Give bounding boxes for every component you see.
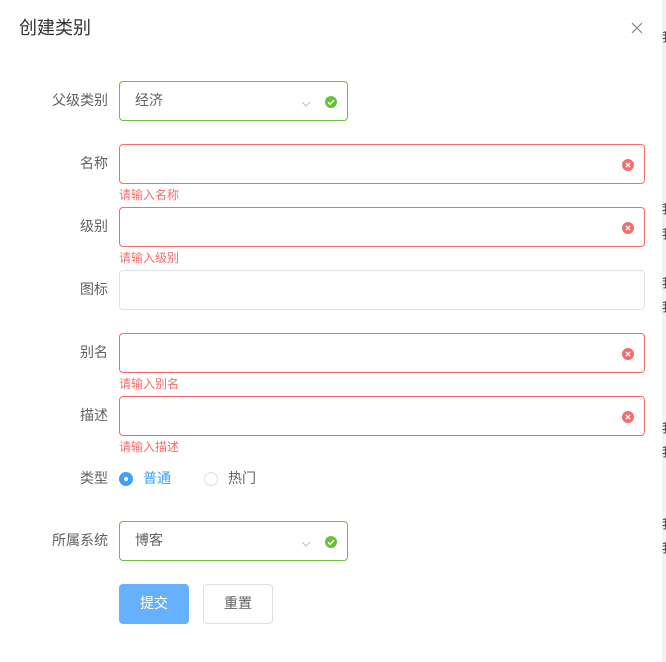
alias-label: 别名	[80, 345, 108, 361]
icon-input[interactable]	[119, 270, 645, 310]
description-label: 描述	[80, 408, 108, 424]
system-select[interactable]: 博客	[119, 521, 348, 561]
description-input[interactable]	[119, 396, 645, 436]
alias-input[interactable]	[119, 333, 645, 373]
radio-selected-icon	[119, 472, 133, 486]
name-input[interactable]	[119, 144, 645, 184]
type-option-label: 普通	[143, 471, 171, 487]
error-icon	[621, 220, 635, 234]
error-icon	[621, 409, 635, 423]
reset-button[interactable]: 重置	[203, 584, 273, 624]
name-error: 请输入名称	[119, 188, 180, 202]
level-label: 级别	[80, 219, 108, 235]
success-icon	[324, 94, 338, 108]
level-input[interactable]	[119, 207, 645, 247]
submit-button[interactable]: 提交	[119, 584, 189, 624]
background-text: 我	[662, 541, 666, 555]
system-value: 博客	[135, 533, 163, 549]
radio-unselected-icon	[204, 472, 218, 486]
name-label: 名称	[80, 156, 108, 172]
background-text: 我	[662, 517, 666, 531]
background-text: 我	[662, 276, 666, 290]
background-text: 我	[662, 300, 666, 314]
background-text: 我	[662, 30, 666, 44]
background-text: 我	[662, 202, 666, 216]
error-icon	[621, 346, 635, 360]
icon-label: 图标	[80, 282, 108, 298]
alias-error: 请输入别名	[119, 377, 180, 391]
parent-category-select[interactable]: 经济	[119, 81, 348, 121]
success-icon	[324, 534, 338, 548]
type-option-label: 热门	[228, 471, 256, 487]
dialog-title: 创建类别	[19, 18, 91, 39]
background-text: 我	[662, 445, 666, 459]
parent-category-value: 经济	[135, 93, 163, 109]
background-text: 我	[662, 421, 666, 435]
type-radio-hot[interactable]: 热门	[204, 469, 256, 489]
close-icon[interactable]	[627, 18, 647, 38]
description-error: 请输入描述	[119, 440, 180, 454]
system-label: 所属系统	[52, 533, 108, 549]
background-text: 我	[662, 227, 666, 241]
chevron-down-icon	[300, 95, 312, 107]
error-icon	[621, 157, 635, 171]
level-error: 请输入级别	[119, 251, 180, 265]
type-radio-normal[interactable]: 普通	[119, 469, 171, 489]
type-label: 类型	[80, 471, 108, 487]
chevron-down-icon	[300, 535, 312, 547]
parent-category-label: 父级类别	[52, 93, 108, 109]
background-strip	[662, 0, 666, 662]
